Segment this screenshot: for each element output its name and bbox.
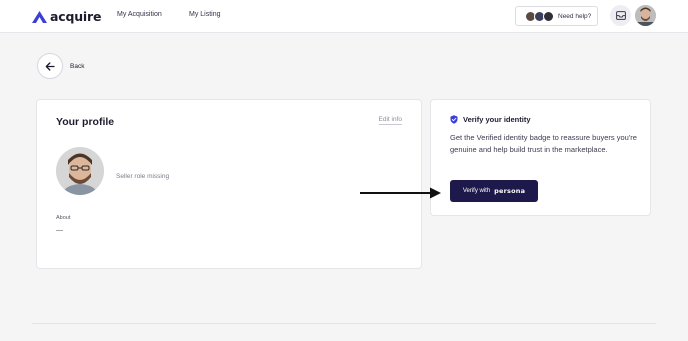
verify-header: Verify your identity <box>450 115 531 124</box>
annotation-arrow-icon <box>360 187 441 199</box>
support-avatars <box>525 11 555 22</box>
user-avatar-photo <box>635 5 656 26</box>
profile-photo <box>56 147 104 195</box>
verify-description: Get the Verified identity badge to reass… <box>450 133 637 154</box>
back-button[interactable] <box>37 53 63 79</box>
persona-logo: persona <box>494 187 526 195</box>
profile-title: Your profile <box>56 116 115 128</box>
shield-check-icon <box>450 115 458 124</box>
logo-text: acquire <box>50 9 102 24</box>
nav-my-acquisition[interactable]: My Acquisition <box>117 11 162 18</box>
verify-with-persona-button[interactable]: Verify with persona <box>450 180 538 202</box>
profile-card: Your profile Edit info Seller role missi… <box>36 99 422 269</box>
verify-button-label: Verify with <box>462 188 491 194</box>
footer-divider <box>32 323 656 324</box>
nav-my-listing[interactable]: My Listing <box>189 11 221 18</box>
top-navbar: acquire My Acquisition My Listing Need h… <box>0 0 688 33</box>
support-avatar <box>543 11 554 22</box>
acquire-logo[interactable]: acquire <box>32 9 101 24</box>
verify-title: Verify your identity <box>463 115 531 124</box>
need-help-label: Need help? <box>558 12 592 20</box>
profile-avatar <box>56 147 104 195</box>
about-label: About <box>56 215 71 221</box>
user-avatar[interactable] <box>635 5 656 26</box>
seller-role-status: Seller role missing <box>116 173 170 180</box>
mail-icon <box>615 11 626 20</box>
edit-info-link[interactable]: Edit info <box>378 116 402 125</box>
inbox-button[interactable] <box>610 5 631 26</box>
about-value: — <box>56 227 63 234</box>
back-label[interactable]: Back <box>70 63 84 70</box>
acquire-logo-mark-icon <box>32 10 47 23</box>
verify-identity-card: Verify your identity Get the Verified id… <box>430 99 651 216</box>
need-help-button[interactable]: Need help? <box>515 6 598 26</box>
arrow-left-icon <box>45 61 55 71</box>
